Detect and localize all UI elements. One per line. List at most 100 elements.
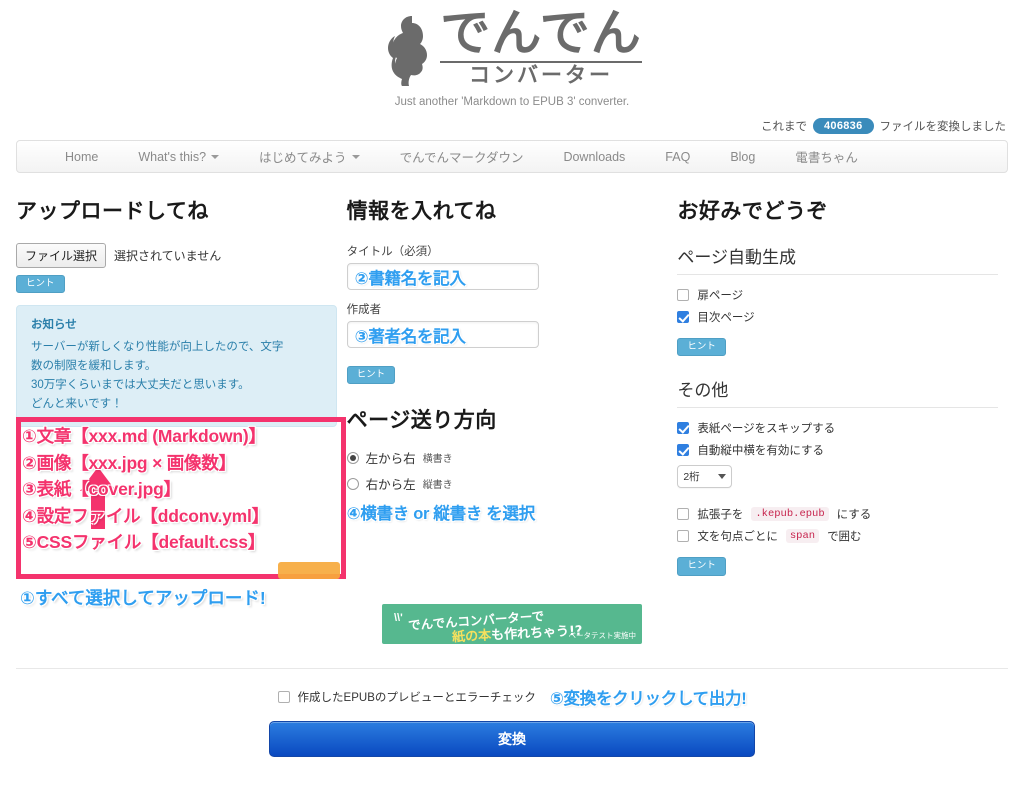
checkbox-tcy-icon[interactable] bbox=[677, 444, 690, 457]
checkbox-row-skip-cover[interactable]: 表紙ページをスキップする bbox=[677, 420, 998, 436]
radio-ltr-label: 左から右 bbox=[365, 452, 416, 467]
other-divider bbox=[677, 407, 999, 409]
footer-divider bbox=[16, 668, 1008, 669]
other-heading: その他 bbox=[677, 381, 729, 401]
logo-main-text: でんでん bbox=[440, 4, 642, 62]
notice-line-1: サーバーが新しくなり性能が向上したので、文字 bbox=[31, 341, 284, 354]
radio-ltr-row[interactable]: 左から右 横書き bbox=[346, 448, 668, 467]
file-input-row: ファイル選択 選択されていません bbox=[16, 243, 337, 268]
convert-annotation: ⑤変換をクリックして出力! bbox=[549, 690, 747, 708]
upload-column: アップロードしてね ファイル選択 選択されていません ヒント お知らせ サーバー… bbox=[16, 195, 348, 608]
page-direction-heading: ページ送り方向 bbox=[346, 409, 497, 433]
nav-item-home[interactable]: Home bbox=[45, 150, 118, 164]
checkbox-toc-page-icon[interactable] bbox=[677, 311, 690, 323]
nav-label: でんでんマークダウン bbox=[399, 151, 524, 165]
autogen-divider bbox=[677, 274, 999, 275]
promo-banner-wrap: \\' でんでんコンバーターで 紙の本も作れちゃう!? ベータテスト実施中 bbox=[0, 604, 1024, 644]
nav-label: はじめてみよう bbox=[259, 151, 347, 165]
nav-item-getting-started[interactable]: はじめてみよう bbox=[239, 147, 380, 166]
title-input[interactable]: ②書籍名を記入 bbox=[346, 263, 539, 290]
title-field-label: タイトル（必須） bbox=[346, 246, 439, 258]
digit-select[interactable]: 2桁 bbox=[677, 465, 733, 489]
checkbox-span-wrap-pre: 文を句点ごとに bbox=[697, 531, 778, 544]
notice-line-3: 30万字くらいまでは大丈夫だと思います。 bbox=[31, 379, 250, 392]
checkbox-row-toc-page[interactable]: 目次ページ bbox=[677, 309, 998, 325]
site-logo-header: でんでん コンバーター Just another 'Markdown to EP… bbox=[0, 0, 1024, 108]
counter-badge: 406836 bbox=[812, 118, 874, 134]
options-heading: お好みでどうぞ bbox=[677, 200, 828, 223]
pink-annotation-list: ①文章【xxx.md (Markdown)】 ②画像【xxx.jpg × 画像数… bbox=[22, 423, 348, 556]
radio-rtl-label: 右から左 bbox=[365, 478, 416, 493]
pink-annotation-item: ④設定ファイル【ddconv.yml】 bbox=[22, 505, 269, 526]
notice-title: お知らせ bbox=[31, 319, 77, 332]
banner-line-2-highlight: 紙の本 bbox=[451, 628, 492, 644]
chevron-down-icon bbox=[351, 154, 360, 159]
checkbox-span-wrap-icon[interactable] bbox=[677, 530, 690, 543]
nav-item-densho-chan[interactable]: 電書ちゃん bbox=[775, 147, 878, 166]
nav-item-faq[interactable]: FAQ bbox=[645, 150, 710, 164]
info-column: 情報を入れてね タイトル（必須） ②書籍名を記入 作成者 ③著者名を記入 ヒント… bbox=[346, 195, 678, 576]
radio-rtl-row[interactable]: 右から左 縦書き bbox=[346, 474, 668, 493]
author-field-label: 作成者 bbox=[346, 304, 382, 316]
orange-badge-annotation bbox=[278, 562, 340, 579]
checkbox-preview-icon[interactable] bbox=[277, 691, 290, 703]
notice-box: お知らせ サーバーが新しくなり性能が向上したので、文字 数の制限を緩和します。 … bbox=[16, 305, 337, 428]
nav-label: What's this? bbox=[138, 149, 207, 164]
notice-line-2: 数の制限を緩和します。 bbox=[31, 360, 157, 373]
checkbox-extension-post: にする bbox=[836, 509, 872, 522]
radio-ltr-icon[interactable] bbox=[346, 451, 359, 464]
checkbox-row-extension[interactable]: 拡張子を .kepub.epub にする bbox=[677, 506, 998, 522]
checkbox-skip-cover-label: 表紙ページをスキップする bbox=[697, 423, 836, 436]
mascot-silhouette-icon bbox=[388, 16, 428, 86]
other-hint-button[interactable]: ヒント bbox=[677, 557, 726, 576]
checkbox-title-page-label: 扉ページ bbox=[697, 290, 744, 302]
radio-ltr-sublabel: 横書き bbox=[422, 454, 453, 466]
nav-item-downloads[interactable]: Downloads bbox=[543, 150, 645, 164]
site-tagline: Just another 'Markdown to EPUB 3' conver… bbox=[394, 96, 630, 108]
file-select-button[interactable]: ファイル選択 bbox=[16, 243, 107, 268]
author-field-block: 作成者 ③著者名を記入 bbox=[346, 301, 668, 348]
autogen-hint-button[interactable]: ヒント bbox=[677, 338, 726, 357]
checkbox-extension-icon[interactable] bbox=[677, 508, 690, 521]
info-hint-button[interactable]: ヒント bbox=[346, 366, 396, 385]
logo-sub-text: コンバーター bbox=[469, 63, 613, 87]
nav-item-blog[interactable]: Blog bbox=[710, 150, 775, 164]
preview-checkbox-row[interactable]: 作成したEPUBのプレビューとエラーチェック bbox=[277, 689, 536, 705]
checkbox-span-wrap-post: で囲む bbox=[827, 531, 862, 544]
nav-item-whats-this[interactable]: What's this? bbox=[118, 150, 239, 164]
author-input[interactable]: ③著者名を記入 bbox=[346, 321, 539, 348]
radio-rtl-icon[interactable] bbox=[346, 477, 359, 490]
checkbox-skip-cover-icon[interactable] bbox=[677, 422, 690, 435]
options-column: お好みでどうぞ ページ自動生成 扉ページ 目次ページ ヒント その他 表紙ページ… bbox=[677, 195, 1008, 576]
checkbox-preview-label: 作成したEPUBのプレビューとエラーチェック bbox=[297, 692, 536, 704]
promo-banner[interactable]: \\' でんでんコンバーターで 紙の本も作れちゃう!? ベータテスト実施中 bbox=[382, 604, 642, 644]
sparkle-icon: \\' bbox=[394, 612, 403, 624]
direction-annotation: ④横書き or 縦書き を選択 bbox=[346, 505, 536, 524]
pink-annotation-item: ⑤CSSファイル【default.css】 bbox=[22, 532, 266, 553]
title-field-block: タイトル（必須） ②書籍名を記入 bbox=[346, 243, 668, 290]
checkbox-row-span-wrap[interactable]: 文を句点ごとに span で囲む bbox=[677, 528, 998, 544]
notice-line-4: どんと来いです！ bbox=[31, 398, 123, 411]
nav-item-denden-markdown[interactable]: でんでんマークダウン bbox=[380, 147, 544, 166]
main-navigation: Home What's this? はじめてみよう でんでんマークダウン Dow… bbox=[16, 140, 1008, 173]
banner-beta-label: ベータテスト実施中 bbox=[568, 631, 637, 640]
convert-button[interactable]: 変換 bbox=[269, 721, 755, 757]
nav-label: Blog bbox=[730, 149, 756, 164]
title-input-annotation: ②書籍名を記入 bbox=[354, 269, 466, 288]
span-code-chip: span bbox=[785, 529, 820, 544]
conversion-counter: これまで 406836 ファイルを変換しました bbox=[0, 118, 1024, 134]
upload-heading: アップロードしてね bbox=[16, 200, 209, 223]
checkbox-row-title-page[interactable]: 扉ページ bbox=[677, 287, 998, 303]
pink-annotation-item: ①文章【xxx.md (Markdown)】 bbox=[22, 426, 266, 446]
nav-label: FAQ bbox=[665, 149, 691, 164]
info-heading: 情報を入れてね bbox=[346, 200, 497, 223]
footer-row: 作成したEPUBのプレビューとエラーチェック ⑤変換をクリックして出力! bbox=[0, 685, 1024, 709]
upload-hint-button[interactable]: ヒント bbox=[16, 275, 65, 294]
pink-annotation-item: ②画像【xxx.jpg × 画像数】 bbox=[22, 452, 236, 473]
logo-row: でんでん コンバーター bbox=[382, 8, 642, 86]
author-input-annotation: ③著者名を記入 bbox=[354, 327, 466, 346]
checkbox-row-tcy[interactable]: 自動縦中横を有効にする bbox=[677, 442, 998, 458]
autogen-heading: ページ自動生成 bbox=[677, 248, 797, 267]
checkbox-title-page-icon[interactable] bbox=[677, 289, 690, 301]
nav-label: Downloads bbox=[563, 149, 626, 164]
